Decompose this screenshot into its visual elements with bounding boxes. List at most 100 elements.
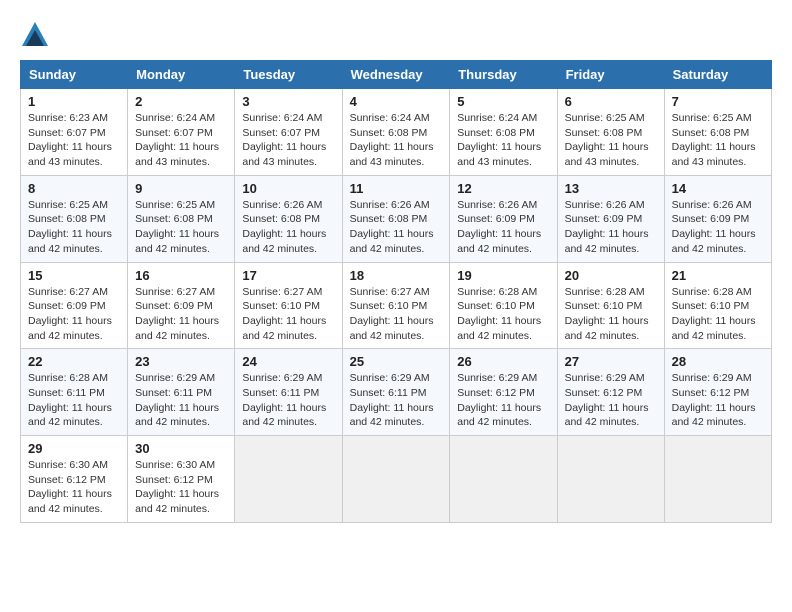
calendar-cell: 24 Sunrise: 6:29 AMSunset: 6:11 PMDayligh… — [235, 349, 342, 436]
day-number: 12 — [457, 181, 549, 196]
day-number: 15 — [28, 268, 120, 283]
day-number: 21 — [672, 268, 764, 283]
day-number: 2 — [135, 94, 227, 109]
day-number: 19 — [457, 268, 549, 283]
day-number: 20 — [565, 268, 657, 283]
calendar-cell: 9 Sunrise: 6:25 AMSunset: 6:08 PMDaylight… — [128, 175, 235, 262]
header — [20, 20, 772, 50]
calendar-cell: 13 Sunrise: 6:26 AMSunset: 6:09 PMDayligh… — [557, 175, 664, 262]
calendar-cell: 14Sunrise: 6:26 AMSunset: 6:09 PMDayligh… — [664, 175, 771, 262]
calendar-cell: 29 Sunrise: 6:30 AMSunset: 6:12 PMDayligh… — [21, 436, 128, 523]
day-number: 14 — [672, 181, 764, 196]
calendar-week-row: 1 Sunrise: 6:23 AMSunset: 6:07 PMDaylight… — [21, 89, 772, 176]
cell-info: Sunrise: 6:24 AMSunset: 6:08 PMDaylight:… — [457, 111, 549, 170]
calendar-week-row: 29 Sunrise: 6:30 AMSunset: 6:12 PMDayligh… — [21, 436, 772, 523]
day-number: 8 — [28, 181, 120, 196]
calendar-cell: 15 Sunrise: 6:27 AMSunset: 6:09 PMDayligh… — [21, 262, 128, 349]
day-number: 28 — [672, 354, 764, 369]
calendar-cell: 2 Sunrise: 6:24 AMSunset: 6:07 PMDaylight… — [128, 89, 235, 176]
cell-info: Sunrise: 6:27 AMSunset: 6:10 PMDaylight:… — [350, 285, 443, 344]
calendar-cell: 1 Sunrise: 6:23 AMSunset: 6:07 PMDaylight… — [21, 89, 128, 176]
weekday-header: Friday — [557, 61, 664, 89]
cell-info: Sunrise: 6:28 AMSunset: 6:10 PMDaylight:… — [672, 285, 764, 344]
cell-info: Sunrise: 6:29 AMSunset: 6:11 PMDaylight:… — [242, 371, 334, 430]
calendar-cell: 18 Sunrise: 6:27 AMSunset: 6:10 PMDayligh… — [342, 262, 450, 349]
calendar-week-row: 22 Sunrise: 6:28 AMSunset: 6:11 PMDayligh… — [21, 349, 772, 436]
cell-info: Sunrise: 6:30 AMSunset: 6:12 PMDaylight:… — [135, 458, 227, 517]
day-number: 6 — [565, 94, 657, 109]
calendar-cell: 5 Sunrise: 6:24 AMSunset: 6:08 PMDaylight… — [450, 89, 557, 176]
calendar-cell: 11 Sunrise: 6:26 AMSunset: 6:08 PMDayligh… — [342, 175, 450, 262]
calendar-cell: 26 Sunrise: 6:29 AMSunset: 6:12 PMDayligh… — [450, 349, 557, 436]
day-number: 22 — [28, 354, 120, 369]
calendar-cell: 16Sunrise: 6:27 AMSunset: 6:09 PMDayligh… — [128, 262, 235, 349]
day-number: 18 — [350, 268, 443, 283]
cell-info: Sunrise: 6:24 AMSunset: 6:08 PMDaylight:… — [350, 111, 443, 170]
weekday-header: Saturday — [664, 61, 771, 89]
calendar-cell: 7 Sunrise: 6:25 AMSunset: 6:08 PMDaylight… — [664, 89, 771, 176]
day-number: 17 — [242, 268, 334, 283]
cell-info: Sunrise: 6:29 AMSunset: 6:12 PMDaylight:… — [457, 371, 549, 430]
cell-info: Sunrise: 6:25 AMSunset: 6:08 PMDaylight:… — [672, 111, 764, 170]
cell-info: Sunrise: 6:26 AMSunset: 6:09 PMDaylight:… — [565, 198, 657, 257]
calendar-cell: 23 Sunrise: 6:29 AMSunset: 6:11 PMDayligh… — [128, 349, 235, 436]
weekday-header-row: SundayMondayTuesdayWednesdayThursdayFrid… — [21, 61, 772, 89]
day-number: 13 — [565, 181, 657, 196]
day-number: 25 — [350, 354, 443, 369]
calendar-cell: 30 Sunrise: 6:30 AMSunset: 6:12 PMDayligh… — [128, 436, 235, 523]
calendar: SundayMondayTuesdayWednesdayThursdayFrid… — [20, 60, 772, 523]
day-number: 9 — [135, 181, 227, 196]
day-number: 29 — [28, 441, 120, 456]
day-number: 3 — [242, 94, 334, 109]
cell-info: Sunrise: 6:28 AMSunset: 6:10 PMDaylight:… — [565, 285, 657, 344]
calendar-cell: 3Sunrise: 6:24 AMSunset: 6:07 PMDaylight… — [235, 89, 342, 176]
cell-info: Sunrise: 6:25 AMSunset: 6:08 PMDaylight:… — [565, 111, 657, 170]
cell-info: Sunrise: 6:27 AMSunset: 6:10 PMDaylight:… — [242, 285, 334, 344]
weekday-header: Wednesday — [342, 61, 450, 89]
calendar-week-row: 8 Sunrise: 6:25 AMSunset: 6:08 PMDaylight… — [21, 175, 772, 262]
calendar-cell: 27 Sunrise: 6:29 AMSunset: 6:12 PMDayligh… — [557, 349, 664, 436]
day-number: 30 — [135, 441, 227, 456]
cell-info: Sunrise: 6:23 AMSunset: 6:07 PMDaylight:… — [28, 111, 120, 170]
day-number: 23 — [135, 354, 227, 369]
cell-info: Sunrise: 6:25 AMSunset: 6:08 PMDaylight:… — [135, 198, 227, 257]
cell-info: Sunrise: 6:27 AMSunset: 6:09 PMDaylight:… — [28, 285, 120, 344]
day-number: 7 — [672, 94, 764, 109]
calendar-cell: 17 Sunrise: 6:27 AMSunset: 6:10 PMDayligh… — [235, 262, 342, 349]
cell-info: Sunrise: 6:29 AMSunset: 6:11 PMDaylight:… — [135, 371, 227, 430]
calendar-week-row: 15 Sunrise: 6:27 AMSunset: 6:09 PMDayligh… — [21, 262, 772, 349]
cell-info: Sunrise: 6:28 AMSunset: 6:11 PMDaylight:… — [28, 371, 120, 430]
day-number: 1 — [28, 94, 120, 109]
day-number: 27 — [565, 354, 657, 369]
calendar-cell — [342, 436, 450, 523]
day-number: 10 — [242, 181, 334, 196]
cell-info: Sunrise: 6:26 AMSunset: 6:08 PMDaylight:… — [350, 198, 443, 257]
logo-icon — [20, 20, 50, 50]
cell-info: Sunrise: 6:24 AMSunset: 6:07 PMDaylight:… — [135, 111, 227, 170]
cell-info: Sunrise: 6:30 AMSunset: 6:12 PMDaylight:… — [28, 458, 120, 517]
cell-info: Sunrise: 6:27 AMSunset: 6:09 PMDaylight:… — [135, 285, 227, 344]
calendar-cell — [664, 436, 771, 523]
calendar-cell — [450, 436, 557, 523]
day-number: 26 — [457, 354, 549, 369]
cell-info: Sunrise: 6:29 AMSunset: 6:12 PMDaylight:… — [565, 371, 657, 430]
weekday-header: Thursday — [450, 61, 557, 89]
cell-info: Sunrise: 6:29 AMSunset: 6:12 PMDaylight:… — [672, 371, 764, 430]
day-number: 4 — [350, 94, 443, 109]
weekday-header: Monday — [128, 61, 235, 89]
calendar-cell: 8 Sunrise: 6:25 AMSunset: 6:08 PMDaylight… — [21, 175, 128, 262]
calendar-cell: 19Sunrise: 6:28 AMSunset: 6:10 PMDayligh… — [450, 262, 557, 349]
day-number: 5 — [457, 94, 549, 109]
calendar-cell: 25 Sunrise: 6:29 AMSunset: 6:11 PMDayligh… — [342, 349, 450, 436]
cell-info: Sunrise: 6:25 AMSunset: 6:08 PMDaylight:… — [28, 198, 120, 257]
calendar-cell — [557, 436, 664, 523]
weekday-header: Tuesday — [235, 61, 342, 89]
calendar-cell: 12Sunrise: 6:26 AMSunset: 6:09 PMDayligh… — [450, 175, 557, 262]
day-number: 24 — [242, 354, 334, 369]
day-number: 11 — [350, 181, 443, 196]
calendar-cell: 21 Sunrise: 6:28 AMSunset: 6:10 PMDayligh… — [664, 262, 771, 349]
cell-info: Sunrise: 6:29 AMSunset: 6:11 PMDaylight:… — [350, 371, 443, 430]
calendar-cell: 28 Sunrise: 6:29 AMSunset: 6:12 PMDayligh… — [664, 349, 771, 436]
calendar-cell: 20 Sunrise: 6:28 AMSunset: 6:10 PMDayligh… — [557, 262, 664, 349]
calendar-cell — [235, 436, 342, 523]
